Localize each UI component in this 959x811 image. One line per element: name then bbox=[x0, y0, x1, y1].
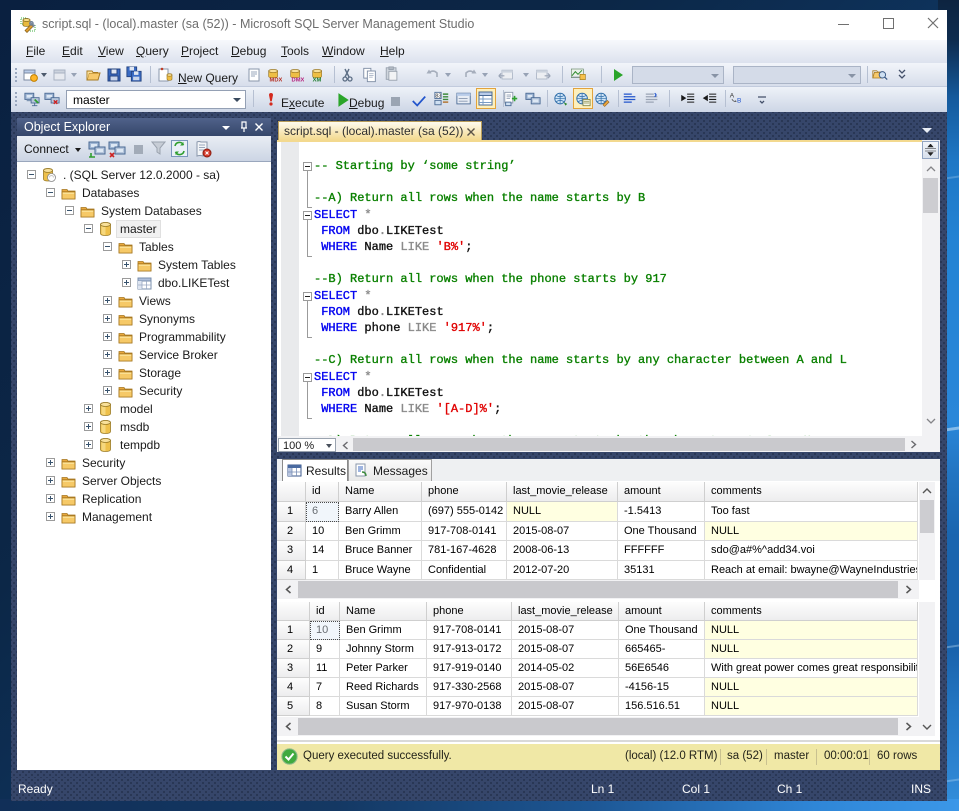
svg-text:A: A bbox=[730, 93, 735, 100]
svg-text:XM: XM bbox=[313, 78, 322, 83]
svg-text:83: 83 bbox=[435, 94, 441, 100]
svg-text:B: B bbox=[737, 98, 742, 105]
svg-text:MDX: MDX bbox=[270, 78, 282, 83]
svg-text:DMX: DMX bbox=[292, 78, 304, 83]
